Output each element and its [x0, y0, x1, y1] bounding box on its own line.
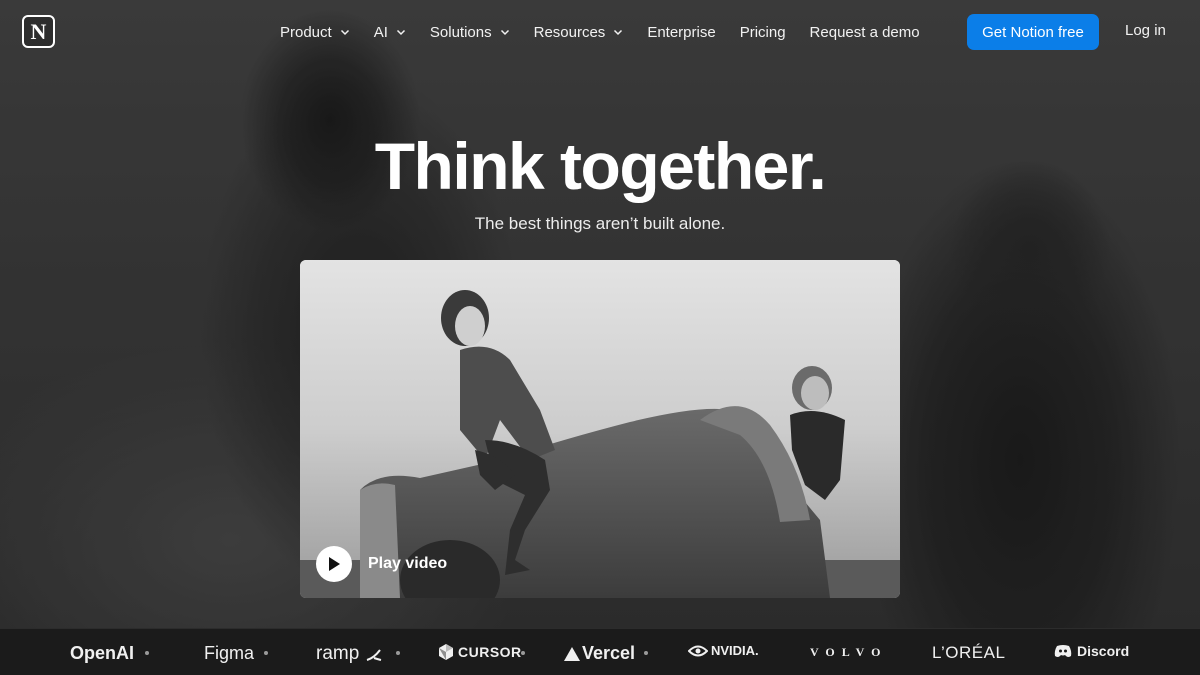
chevron-down-icon — [396, 29, 405, 36]
nav-item-label: AI — [373, 23, 388, 41]
play-video-label[interactable]: Play video — [368, 555, 447, 573]
top-nav: N Product AI Solutions Resources Enterpr… — [0, 0, 1200, 64]
nav-item-label: Enterprise — [647, 23, 716, 41]
separator-dot — [644, 651, 648, 655]
nav-item-ai[interactable]: AI — [374, 24, 406, 41]
separator-dot — [521, 651, 525, 655]
nvidia-logo-text: NVIDIA. — [711, 643, 759, 658]
hero-video[interactable]: Play video — [300, 260, 900, 598]
openai-logo-text: OpenAI — [70, 643, 135, 663]
customer-logo-strip: OpenAI Figma ramp CURSOR Vercel NVIDIA. … — [0, 628, 1200, 675]
figma-logo-text: Figma — [204, 643, 255, 663]
vercel-logo: Vercel — [564, 643, 635, 664]
separator-dot — [145, 651, 149, 655]
loreal-logo: L’ORÉAL — [932, 643, 1005, 663]
chevron-down-icon — [500, 29, 509, 36]
chevron-down-icon — [614, 29, 623, 36]
notion-logo[interactable]: N — [22, 15, 55, 48]
discord-controller-icon — [1054, 645, 1072, 657]
get-notion-free-button[interactable]: Get Notion free — [967, 14, 1099, 50]
notion-logo-letter: N — [30, 18, 47, 44]
separator-dot — [264, 651, 268, 655]
vercel-logo-text: Vercel — [582, 643, 636, 663]
nav-item-enterprise[interactable]: Enterprise — [647, 24, 715, 41]
hero-subheadline: The best things aren’t built alone. — [474, 214, 726, 233]
discord-logo: Discord — [1054, 643, 1129, 659]
nav-item-label: Resources — [533, 23, 606, 41]
ramp-mark-icon — [366, 649, 382, 661]
discord-logo-text: Discord — [1077, 643, 1130, 659]
figma-logo: Figma — [204, 643, 254, 664]
video-thumbnail-image — [300, 260, 900, 598]
volvo-logo-text: VOLVO — [810, 645, 888, 659]
vercel-triangle-icon — [564, 646, 580, 661]
openai-logo: OpenAI — [70, 643, 134, 664]
ramp-logo-text: ramp — [316, 643, 360, 664]
login-link[interactable]: Log in — [1125, 22, 1166, 39]
nvidia-logo: NVIDIA. — [688, 643, 759, 658]
nav-item-label: Pricing — [739, 23, 786, 41]
ramp-logo: ramp — [316, 643, 383, 665]
nvidia-eye-icon — [688, 645, 708, 656]
nav-item-label: Product — [280, 23, 332, 41]
cursor-logo-text: CURSOR — [458, 644, 522, 660]
nav-links: Product AI Solutions Resources Enterpris… — [280, 0, 944, 64]
separator-dot — [396, 651, 400, 655]
cursor-logo: CURSOR — [438, 643, 522, 661]
nav-item-solutions[interactable]: Solutions — [430, 24, 510, 41]
volvo-logo: VOLVO — [810, 645, 887, 660]
nav-item-resources[interactable]: Resources — [534, 24, 624, 41]
cursor-cube-icon — [439, 644, 453, 660]
play-icon — [329, 557, 340, 571]
nav-item-pricing[interactable]: Pricing — [740, 24, 786, 41]
nav-item-product[interactable]: Product — [280, 24, 350, 41]
chevron-down-icon — [340, 29, 349, 36]
hero-headline: Think together. — [374, 129, 827, 203]
loreal-logo-text: L’ORÉAL — [932, 643, 1006, 662]
nav-item-request-demo[interactable]: Request a demo — [810, 24, 920, 41]
nav-item-label: Solutions — [429, 23, 492, 41]
nav-item-label: Request a demo — [809, 23, 920, 41]
play-button[interactable] — [316, 546, 352, 582]
